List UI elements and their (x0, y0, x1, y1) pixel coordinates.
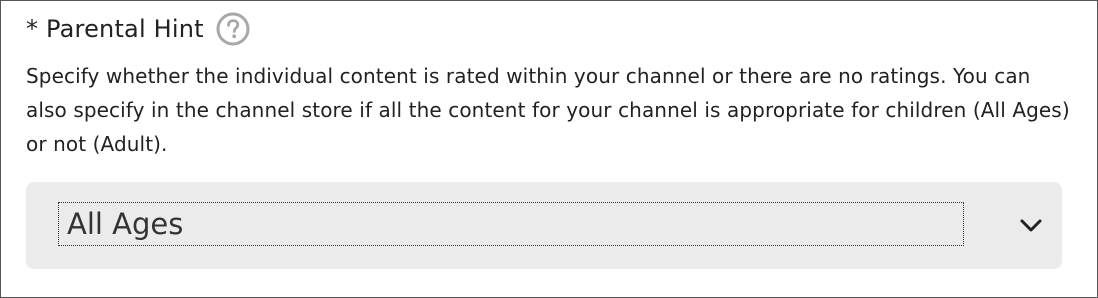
field-label-row: * Parental Hint (26, 11, 250, 47)
field-label: * Parental Hint (26, 15, 204, 43)
question-circle-icon[interactable] (216, 12, 250, 46)
select-value: All Ages (58, 202, 964, 246)
field-description: Specify whether the individual content i… (26, 64, 1070, 156)
chevron-down-icon (1016, 210, 1046, 240)
parental-hint-select[interactable]: All Ages (26, 182, 1062, 269)
parental-hint-field: * Parental Hint Specify whether the indi… (0, 0, 1098, 298)
